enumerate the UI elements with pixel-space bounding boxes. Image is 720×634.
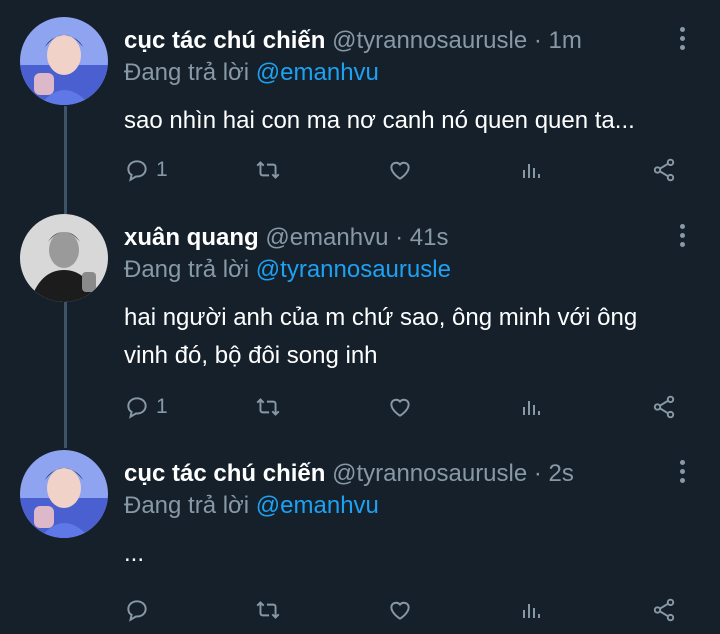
display-name[interactable]: cục tác chú chiến — [124, 27, 325, 54]
retweet-icon — [256, 161, 280, 179]
mention-link[interactable]: @emanhvu — [256, 59, 379, 86]
replying-to: Đang trả lời @tyrannosaurusle — [124, 256, 451, 284]
retweet-icon — [256, 398, 280, 416]
more-icon[interactable] — [676, 460, 688, 486]
retweet-button[interactable] — [254, 152, 282, 188]
analytics-icon — [523, 604, 540, 618]
analytics-button[interactable] — [519, 389, 543, 425]
avatar[interactable] — [20, 450, 108, 538]
username[interactable]: @emanhvu — [265, 224, 388, 251]
share-button[interactable] — [651, 592, 677, 628]
reply-button[interactable]: 1 — [124, 389, 168, 425]
username[interactable]: @tyrannosaurusle — [332, 27, 527, 54]
analytics-icon — [523, 164, 540, 178]
tweet-header: cục tác chú chiến @tyrannosaurusle · 2s — [124, 460, 574, 488]
timestamp[interactable]: · 2s — [534, 460, 574, 487]
replying-label: Đang trả lời — [124, 256, 250, 283]
like-icon — [390, 601, 410, 620]
action-bar: 1 — [0, 389, 720, 425]
retweet-button[interactable] — [254, 389, 282, 425]
action-bar — [0, 592, 720, 628]
avatar[interactable] — [20, 214, 108, 302]
replying-to: Đang trả lời @emanhvu — [124, 492, 379, 520]
analytics-button[interactable] — [519, 152, 543, 188]
username[interactable]: @tyrannosaurusle — [332, 460, 527, 487]
reply-count: 1 — [156, 395, 168, 418]
more-icon[interactable] — [676, 224, 688, 250]
share-button[interactable] — [651, 389, 677, 425]
like-button[interactable] — [387, 592, 413, 628]
tweet-text: sao nhìn hai con ma nơ canh nó quen quen… — [124, 102, 694, 140]
tweet-text: hai người anh của m chứ sao, ông minh vớ… — [124, 299, 694, 375]
replying-to: Đang trả lời @emanhvu — [124, 59, 379, 87]
more-icon[interactable] — [676, 27, 688, 53]
tweet-text-line: hai người anh của m chứ sao, ông minh vớ… — [124, 304, 638, 331]
share-icon — [653, 598, 675, 622]
tweet-header: xuân quang @emanhvu · 41s — [124, 224, 448, 252]
tweet-header: cục tác chú chiến @tyrannosaurusle · 1m — [124, 27, 582, 55]
reply-button[interactable] — [124, 592, 156, 628]
tweet-text-content: sao nhìn hai con ma nơ canh nó quen quen… — [124, 107, 635, 134]
reply-icon — [127, 600, 147, 622]
reply-icon — [127, 397, 147, 419]
retweet-button[interactable] — [254, 592, 282, 628]
share-button[interactable] — [651, 152, 677, 188]
action-bar: 1 — [0, 152, 720, 188]
tweet-text-line: vinh đó, bộ đôi song inh — [124, 342, 378, 369]
like-icon — [390, 161, 410, 180]
reply-button[interactable]: 1 — [124, 152, 168, 188]
tweet-text: ... — [124, 535, 694, 573]
display-name[interactable]: cục tác chú chiến — [124, 460, 325, 487]
mention-link[interactable]: @tyrannosaurusle — [256, 256, 451, 283]
share-icon — [653, 158, 675, 182]
mention-link[interactable]: @emanhvu — [256, 492, 379, 519]
retweet-icon — [256, 601, 280, 619]
replying-label: Đang trả lời — [124, 59, 250, 86]
analytics-icon — [523, 401, 540, 415]
timestamp[interactable]: · 1m — [534, 27, 582, 54]
avatar[interactable] — [20, 17, 108, 105]
like-button[interactable] — [387, 389, 413, 425]
display-name[interactable]: xuân quang — [124, 224, 259, 251]
reply-count: 1 — [156, 158, 168, 181]
analytics-button[interactable] — [519, 592, 543, 628]
timestamp[interactable]: · 41s — [395, 224, 448, 251]
replying-label: Đang trả lời — [124, 492, 250, 519]
like-button[interactable] — [387, 152, 413, 188]
tweet-text-content: ... — [124, 540, 145, 567]
reply-icon — [127, 160, 147, 182]
like-icon — [390, 398, 410, 417]
share-icon — [653, 395, 675, 419]
